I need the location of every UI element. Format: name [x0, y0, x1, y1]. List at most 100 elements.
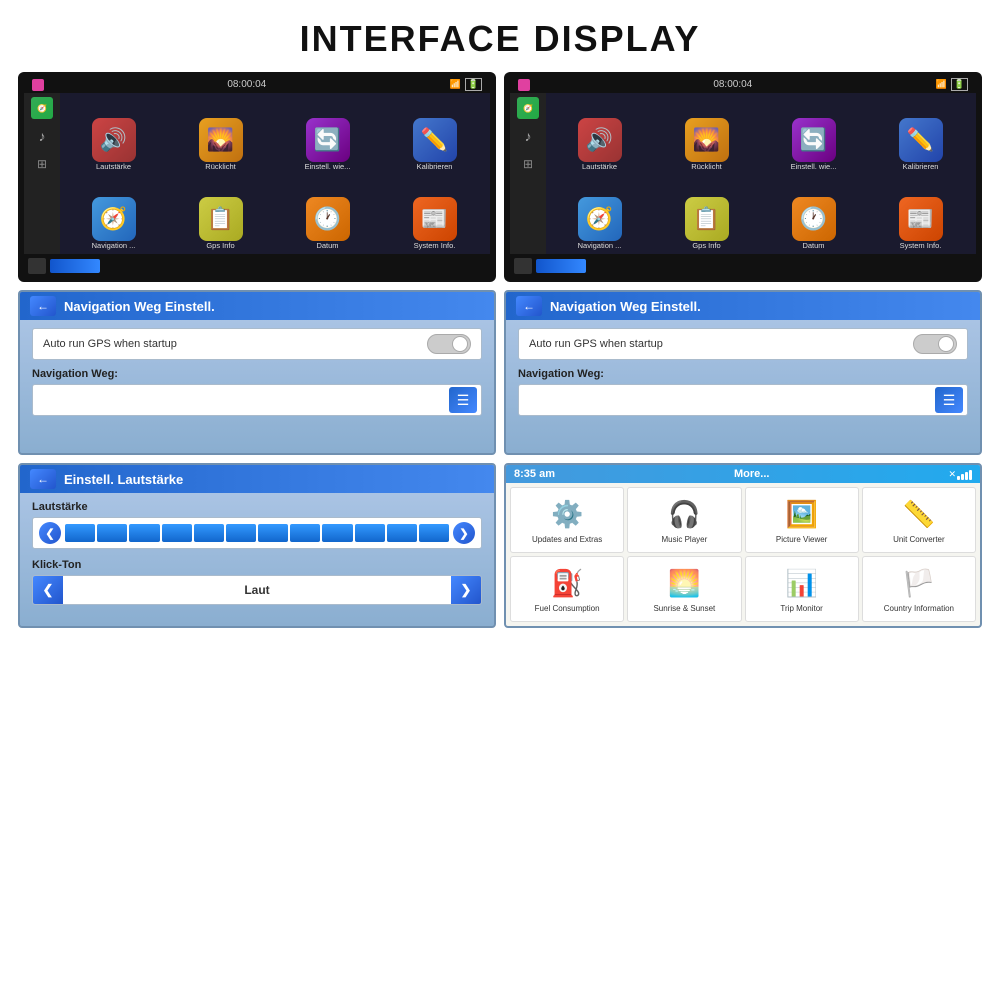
nav-panel-left: ← Navigation Weg Einstell. Auto run GPS …: [18, 290, 496, 455]
app-icon-label: Lautstärke: [96, 163, 131, 171]
more-grid: ⚙️Updates and Extras🎧Music Player🖼️Pictu…: [506, 483, 980, 626]
app-icon-label: Einstell. wie...: [305, 163, 351, 171]
nav-back-btn-right[interactable]: ←: [516, 296, 542, 316]
more-panel-header: 8:35 am More... ✕: [506, 465, 980, 483]
screen-top-bar-left: 08:00:04 📶 🔋: [24, 76, 490, 93]
app-icon[interactable]: 🔊Lautstärke: [62, 97, 165, 172]
app-icon[interactable]: 📰System Info.: [869, 176, 972, 251]
vol-left-arrow[interactable]: ❮: [39, 522, 61, 544]
more-app-item[interactable]: ⚙️Updates and Extras: [510, 487, 624, 553]
app-icon-label: Navigation ...: [578, 242, 622, 250]
klick-ton-row: ❮ Laut ❯: [32, 575, 482, 605]
more-panel: 8:35 am More... ✕ ⚙️Updates and Extras🎧M…: [504, 463, 982, 628]
laut-panel: ← Einstell. Lautstärke Lautstärke ❮ ❯ Kl…: [18, 463, 496, 628]
more-app-icon: ⚙️: [546, 495, 588, 533]
vol-bar: [290, 524, 320, 542]
nav-list-btn-right[interactable]: ☰: [935, 387, 963, 413]
app-icon-img: 🕐: [792, 197, 836, 241]
app-icon-img: 📋: [199, 197, 243, 241]
app-icon-label: Einstell. wie...: [791, 163, 837, 171]
more-app-icon: 🎧: [663, 495, 705, 533]
screen-bottom-right: [510, 254, 976, 278]
app-icon[interactable]: 🧭Navigation ...: [62, 176, 165, 251]
klick-value: Laut: [63, 583, 451, 597]
more-app-label: Country Information: [884, 604, 954, 614]
gps-toggle-switch-right[interactable]: [913, 334, 957, 354]
sidebar-grid-icon: ⊞: [31, 153, 53, 175]
app-icon[interactable]: 🌄Rücklicht: [655, 97, 758, 172]
app-icon-img: 🧭: [92, 197, 136, 241]
more-app-label: Sunrise & Sunset: [653, 604, 715, 614]
nav-weg-input-left[interactable]: ☰: [32, 384, 482, 416]
car-screen-right: 08:00:04 📶 🔋 🧭 ♪ ⊞ 🔊Lautstärke🌄Rücklicht…: [504, 72, 982, 282]
more-app-icon: 🏳️: [898, 564, 940, 602]
laut-panel-header: ← Einstell. Lautstärke: [20, 465, 494, 493]
app-icon[interactable]: 📰System Info.: [383, 176, 486, 251]
app-icon-img: 🔊: [578, 118, 622, 162]
page-title: INTERFACE DISPLAY: [0, 0, 1000, 72]
app-icon[interactable]: ✏️Kalibrieren: [383, 97, 486, 172]
vol-bar: [419, 524, 449, 542]
app-icon-img: 🔄: [792, 118, 836, 162]
screen-time-right: 08:00:04: [713, 79, 752, 90]
more-app-item[interactable]: 🏳️ Country Information: [862, 556, 976, 622]
app-icon[interactable]: 🧭Navigation ...: [548, 176, 651, 251]
app-icon-label: Lautstärke: [582, 163, 617, 171]
nav-weg-input-right[interactable]: ☰: [518, 384, 968, 416]
laut-panel-body: Lautstärke ❮ ❯ Klick-Ton ❮ Laut ❯: [20, 493, 494, 613]
app-icon[interactable]: 🔊Lautstärke: [548, 97, 651, 172]
app-icon-img: 🔊: [92, 118, 136, 162]
klick-left-arrow[interactable]: ❮: [33, 576, 63, 604]
more-app-item[interactable]: 📊Trip Monitor: [745, 556, 859, 622]
app-icon-img: 📰: [899, 197, 943, 241]
app-icon-label: Rücklicht: [691, 163, 721, 171]
app-icon-img: 📰: [413, 197, 457, 241]
gps-label-right: Auto run GPS when startup: [529, 338, 663, 350]
gps-toggle-switch-left[interactable]: [427, 334, 471, 354]
app-icon[interactable]: 🔄Einstell. wie...: [276, 97, 379, 172]
app-icon-img: 🔄: [306, 118, 350, 162]
nav-panel-body-left: Auto run GPS when startup Navigation Weg…: [20, 320, 494, 424]
app-icon[interactable]: 🔄Einstell. wie...: [762, 97, 865, 172]
more-app-item[interactable]: 📏Unit Converter: [862, 487, 976, 553]
nav-weg-label-right: Navigation Weg:: [518, 368, 968, 380]
app-icon-img: 📋: [685, 197, 729, 241]
more-app-item[interactable]: 🌅Sunrise & Sunset: [627, 556, 741, 622]
more-app-icon: 📏: [898, 495, 940, 533]
more-app-icon: ⛽: [546, 564, 588, 602]
more-time: 8:35 am: [514, 468, 555, 480]
klick-right-arrow[interactable]: ❯: [451, 576, 481, 604]
app-icon-label: Gps Info: [206, 242, 234, 250]
nav-panel-header-right: ← Navigation Weg Einstell.: [506, 292, 980, 320]
screen-sidebar-right: 🧭 ♪ ⊞: [510, 93, 546, 254]
app-icon[interactable]: 🕐Datum: [762, 176, 865, 251]
app-icon-label: System Info.: [900, 242, 942, 250]
nav-back-btn-left[interactable]: ←: [30, 296, 56, 316]
app-icon[interactable]: 📋Gps Info: [655, 176, 758, 251]
more-app-label: Picture Viewer: [776, 535, 827, 545]
nav-list-btn-left[interactable]: ☰: [449, 387, 477, 413]
app-icon-img: 🕐: [306, 197, 350, 241]
more-app-item[interactable]: ⛽ Fuel Consumption: [510, 556, 624, 622]
app-icon[interactable]: 📋Gps Info: [169, 176, 272, 251]
app-icon-label: Rücklicht: [205, 163, 235, 171]
nav-panel-body-right: Auto run GPS when startup Navigation Weg…: [506, 320, 980, 424]
app-icon-label: Kalibrieren: [417, 163, 453, 171]
app-icon-label: System Info.: [414, 242, 456, 250]
more-app-item[interactable]: 🖼️Picture Viewer: [745, 487, 859, 553]
more-app-label: Fuel Consumption: [535, 604, 600, 614]
app-icon-label: Kalibrieren: [903, 163, 939, 171]
vol-bar: [322, 524, 352, 542]
more-app-item[interactable]: 🎧Music Player: [627, 487, 741, 553]
vol-right-arrow[interactable]: ❯: [453, 522, 475, 544]
laut-back-btn[interactable]: ←: [30, 469, 56, 489]
app-icon[interactable]: 🕐Datum: [276, 176, 379, 251]
app-icon[interactable]: 🌄Rücklicht: [169, 97, 272, 172]
vol-bar: [194, 524, 224, 542]
app-icon-label: Gps Info: [692, 242, 720, 250]
app-icon[interactable]: ✏️Kalibrieren: [869, 97, 972, 172]
screen-top-bar-right: 08:00:04 📶 🔋: [510, 76, 976, 93]
vol-bar: [355, 524, 385, 542]
app-grid-left: 🔊Lautstärke🌄Rücklicht🔄Einstell. wie...✏️…: [60, 93, 490, 254]
screen-bottom-left: [24, 254, 490, 278]
